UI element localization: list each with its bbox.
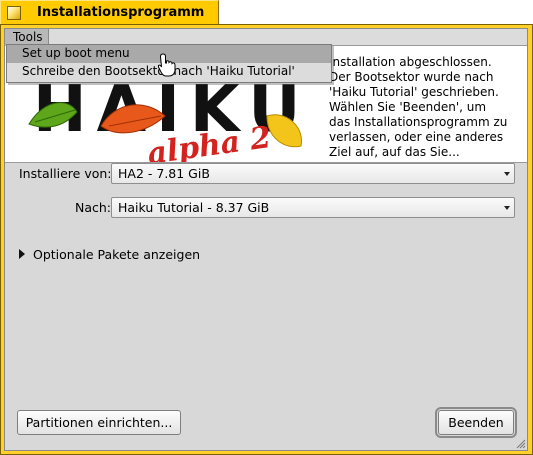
chevron-down-icon bbox=[504, 206, 510, 210]
source-label: Installiere von: bbox=[19, 166, 112, 181]
window-title-tab[interactable]: Installationsprogramm bbox=[0, 0, 219, 25]
source-select-value: HA2 - 7.81 GiB bbox=[118, 166, 210, 181]
chevron-down-icon bbox=[504, 172, 510, 176]
optional-packages-toggle[interactable]: Optionale Pakete anzeigen bbox=[33, 247, 200, 262]
source-select[interactable]: HA2 - 7.81 GiB bbox=[111, 163, 515, 184]
window-content: HAIKU alpha 2 Installation abgeschlossen… bbox=[4, 28, 528, 451]
target-select[interactable]: Haiku Tutorial - 8.37 GiB bbox=[111, 197, 515, 218]
resize-handle-icon[interactable] bbox=[516, 439, 526, 449]
target-select-value: Haiku Tutorial - 8.37 GiB bbox=[118, 200, 270, 215]
partition-button[interactable]: Partitionen einrichten... bbox=[17, 410, 181, 435]
window-title: Installationsprogramm bbox=[37, 5, 205, 20]
status-message: Installation abgeschlossen. Der Bootsekt… bbox=[329, 55, 508, 159]
quit-button[interactable]: Beenden bbox=[435, 407, 517, 438]
close-icon[interactable] bbox=[7, 6, 21, 20]
target-label: Nach: bbox=[75, 200, 112, 215]
disclosure-triangle-icon[interactable] bbox=[19, 249, 25, 259]
tools-menu-dropdown: Set up boot menu Schreibe den Bootsektor… bbox=[6, 44, 332, 83]
hand-cursor-icon bbox=[157, 53, 176, 77]
